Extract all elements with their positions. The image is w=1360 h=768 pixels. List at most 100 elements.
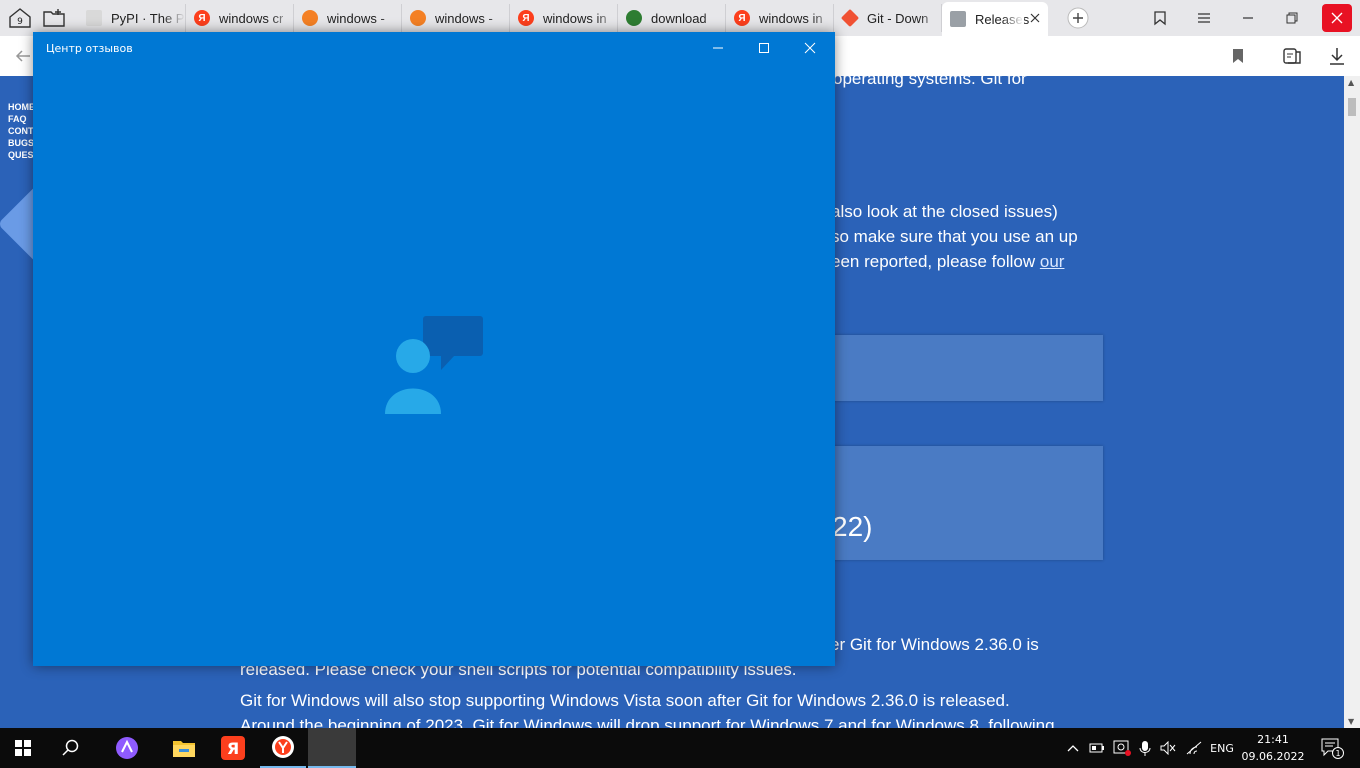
downloads-button[interactable] [1328, 46, 1346, 70]
file-explorer-button[interactable] [161, 728, 207, 768]
menu-button[interactable] [1190, 6, 1218, 30]
show-hidden-icons-button[interactable] [1064, 728, 1082, 768]
sidenav-item[interactable]: CONT [8, 125, 35, 137]
taskbar: Я ENG 21:41 09.06.2022 1 [0, 728, 1360, 768]
camera-in-use-icon [1113, 740, 1131, 756]
clock-date: 09.06.2022 [1241, 750, 1305, 763]
scroll-down-icon[interactable]: ▼ [1348, 717, 1354, 726]
our-link[interactable]: our [1040, 252, 1065, 271]
feedback-hub-window[interactable]: Центр отзывов [33, 32, 835, 666]
bookmark-page-button[interactable] [1230, 47, 1246, 69]
alice-assistant-button[interactable] [104, 728, 150, 768]
sidenav-item[interactable]: QUES [8, 149, 35, 161]
reader-button[interactable] [1282, 46, 1302, 70]
battery-button[interactable] [1088, 728, 1106, 768]
search-button[interactable] [48, 728, 94, 768]
restore-browser-button[interactable] [1278, 6, 1306, 30]
browser-tab[interactable]: Яwindows in [510, 4, 618, 32]
page-text-line: er Git for Windows 2.36.0 is [830, 635, 1039, 654]
minimize-browser-button[interactable] [1234, 6, 1262, 30]
folder-plus-icon [43, 9, 65, 27]
window-minimize-button[interactable] [695, 32, 741, 64]
scroll-up-icon[interactable]: ▲ [1348, 78, 1354, 87]
browser-tab[interactable]: Releases [942, 2, 1048, 36]
home-tabs-icon: 9 [9, 8, 31, 28]
close-icon [804, 42, 816, 54]
new-tab-button[interactable] [1064, 6, 1092, 30]
close-tab-icon[interactable] [1030, 11, 1040, 23]
close-icon [1331, 12, 1343, 24]
page-text: een reported, please follow [831, 252, 1036, 271]
feedback-hub-logo-icon [385, 316, 483, 414]
language-indicator[interactable]: ENG [1206, 728, 1238, 768]
yandex-button[interactable]: Я [210, 728, 256, 768]
clock-time: 21:41 [1257, 733, 1289, 746]
back-button[interactable] [14, 47, 32, 69]
gear-icon [626, 10, 642, 26]
sidenav-item[interactable]: HOME [8, 101, 35, 113]
yandex-icon: Я [734, 10, 750, 26]
browser-tab[interactable]: windows - [402, 4, 510, 32]
feedback-hub-taskbar-button[interactable] [308, 728, 356, 768]
minimize-icon [1243, 17, 1253, 19]
browser-tab[interactable]: Git - Down [834, 4, 942, 32]
camera-status-button[interactable] [1112, 728, 1132, 768]
maximize-icon [759, 43, 769, 53]
bookmark-icon [1233, 49, 1243, 63]
sidenav-item[interactable]: FAQ [8, 113, 35, 125]
chevron-up-icon [1067, 745, 1079, 752]
svg-text:9: 9 [17, 17, 23, 27]
network-button[interactable] [1184, 728, 1204, 768]
yandex-icon: Я [221, 736, 245, 760]
notification-icon: 1 [1321, 738, 1344, 759]
tab-count-button[interactable]: 9 [6, 6, 34, 30]
yandex-icon: Я [194, 10, 210, 26]
yandex-browser-button[interactable] [260, 728, 306, 768]
start-button[interactable] [0, 728, 46, 768]
page-scrollbar[interactable]: ▲ ▼ [1344, 76, 1360, 728]
restore-icon [1286, 12, 1298, 24]
microphone-button[interactable] [1136, 728, 1154, 768]
download-box[interactable] [830, 335, 1103, 401]
new-tab-group-button[interactable] [40, 6, 68, 30]
download-icon [1330, 48, 1344, 65]
search-icon [62, 739, 79, 756]
browser-tab-title: windows - [327, 10, 385, 26]
stackoverflow-icon [302, 10, 318, 26]
browser-tab[interactable]: Яwindows in [726, 4, 834, 32]
page-text-line: operating systems. Git for [833, 76, 1027, 88]
browser-tab[interactable]: windows - [294, 4, 402, 32]
arrow-left-icon [15, 50, 30, 62]
wifi-icon [1186, 741, 1202, 755]
close-browser-button[interactable] [1322, 4, 1352, 32]
clock[interactable]: 21:41 09.06.2022 [1240, 731, 1306, 765]
browser-tab[interactable]: download [618, 4, 726, 32]
git-icon [840, 8, 860, 28]
page-text-line: so make sure that you use an up [831, 227, 1078, 246]
action-center-button[interactable]: 1 [1314, 728, 1350, 768]
stackoverflow-icon [410, 10, 426, 26]
browser-tab[interactable]: Яwindows cr [186, 4, 294, 32]
plus-icon [1067, 7, 1089, 29]
window-title: Центр отзывов [46, 42, 133, 55]
browser-tab[interactable]: PyPI · The P [78, 4, 186, 32]
page-text-line: Git for Windows will also stop supportin… [240, 691, 1010, 710]
volume-button[interactable] [1158, 728, 1178, 768]
browser-tab-title: download [651, 10, 707, 26]
folder-icon [173, 741, 195, 757]
reading-list-icon [1283, 48, 1301, 64]
collections-icon [1154, 11, 1166, 26]
bookmarks-button[interactable] [1146, 6, 1174, 30]
sidenav-item[interactable]: BUGS [8, 137, 35, 149]
window-maximize-button[interactable] [741, 32, 787, 64]
pypi-icon [86, 10, 102, 26]
release-box[interactable]: 22) [830, 446, 1103, 560]
yandex-icon: Я [518, 10, 534, 26]
svg-text:1: 1 [1335, 749, 1340, 758]
microphone-icon [1139, 741, 1151, 756]
minimize-icon [713, 47, 723, 49]
volume-muted-icon [1160, 741, 1176, 755]
scroll-thumb[interactable] [1348, 98, 1356, 116]
window-close-button[interactable] [787, 32, 833, 64]
hamburger-icon [1198, 13, 1210, 23]
